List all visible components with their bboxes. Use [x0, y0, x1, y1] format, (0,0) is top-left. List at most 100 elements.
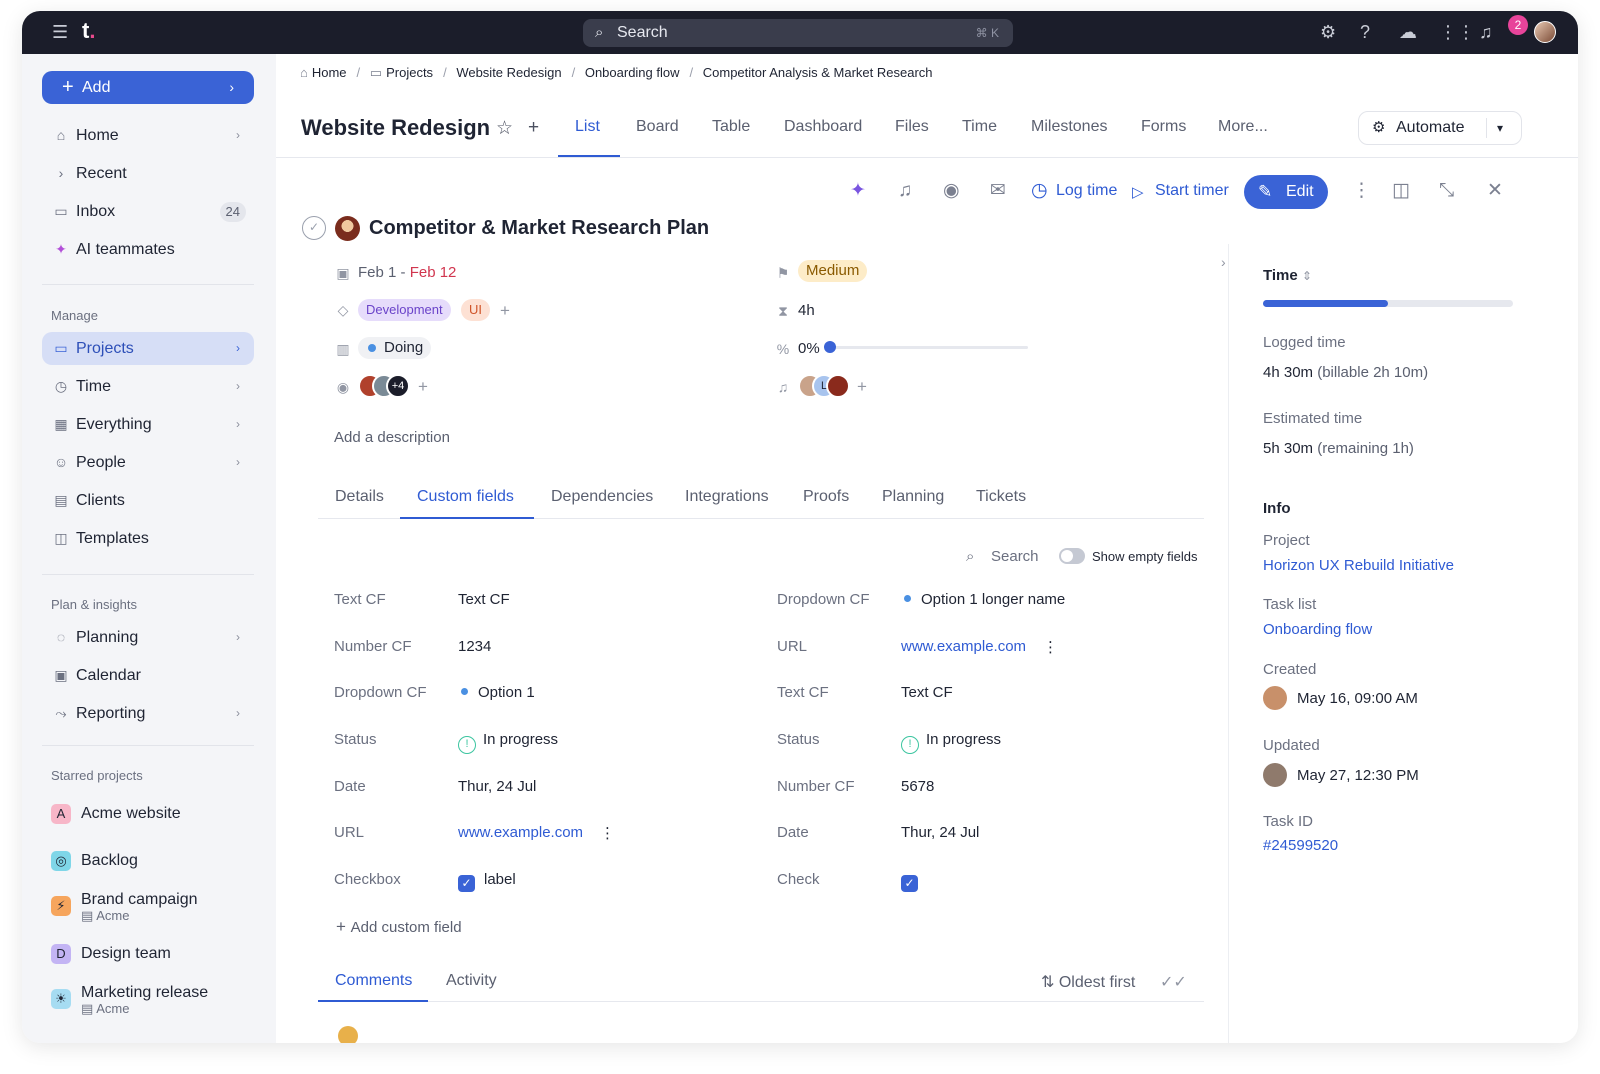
start-timer-button[interactable]: Start timer — [1155, 182, 1229, 200]
cf-value[interactable]: Text CF — [458, 591, 510, 608]
cf-value[interactable]: Thur, 24 Jul — [458, 778, 536, 795]
sidebar-item-templates[interactable]: ◫ Templates — [42, 522, 254, 555]
sidebar-item-people[interactable]: ☺ People › — [42, 446, 254, 479]
followers-more-badge[interactable]: +4 — [386, 374, 410, 398]
sidebar-item-home[interactable]: ⌂ Home › — [42, 119, 254, 152]
tab-dashboard[interactable]: Dashboard — [784, 118, 862, 136]
project-link[interactable]: Horizon UX Rebuild Initiative — [1263, 557, 1454, 574]
user-avatar[interactable] — [1534, 21, 1556, 43]
more-vertical-icon[interactable]: ⋮ — [600, 824, 615, 842]
eye-icon[interactable]: ◉ — [943, 180, 960, 202]
tab-board[interactable]: Board — [636, 118, 679, 136]
mark-read-icon[interactable]: ✓✓ — [1160, 972, 1187, 992]
tab-list[interactable]: List — [575, 118, 600, 136]
cf-checkbox[interactable]: ✓ label — [458, 871, 516, 892]
cf-status-value[interactable]: ! In progress — [458, 731, 558, 754]
global-search[interactable]: ⌕ Search ⌘ K — [583, 19, 1013, 47]
cf-dropdown-value[interactable]: Option 1 longer name — [904, 591, 1065, 608]
tab-forms[interactable]: Forms — [1141, 118, 1186, 136]
tag-development[interactable]: Development — [358, 299, 451, 321]
tab-milestones[interactable]: Milestones — [1031, 118, 1107, 136]
automate-button[interactable]: ⚙ Automate ▾ — [1358, 111, 1522, 145]
sidebar-item-everything[interactable]: ▦ Everything › — [42, 408, 254, 441]
status-badge[interactable]: Doing — [358, 337, 432, 359]
cf-url-link[interactable]: www.example.com — [901, 638, 1026, 655]
sidebar-item-calendar[interactable]: ▣ Calendar — [42, 659, 254, 692]
chevron-right-icon[interactable]: › — [1221, 254, 1226, 270]
sidebar-item-recent[interactable]: › Recent — [42, 157, 254, 190]
task-date-range[interactable]: Feb 1 - Feb 12 — [358, 264, 456, 281]
sidebar-item-clients[interactable]: ▤ Clients — [42, 484, 254, 517]
tab-time[interactable]: Time — [962, 118, 997, 136]
tab-comments[interactable]: Comments — [335, 972, 412, 990]
menu-icon[interactable]: ☰ — [52, 22, 68, 42]
cf-search-button[interactable]: Search — [991, 548, 1039, 565]
add-custom-field-button[interactable]: + Add custom field — [336, 917, 462, 937]
subtab-tickets[interactable]: Tickets — [976, 488, 1026, 506]
sidebar-item-inbox[interactable]: ▭ Inbox 24 — [42, 195, 254, 228]
tag-ui[interactable]: UI — [461, 299, 490, 321]
cf-check-checkbox[interactable]: ✓ — [901, 871, 927, 892]
cf-value[interactable]: 1234 — [458, 638, 491, 655]
breadcrumb-project[interactable]: Website Redesign — [456, 65, 561, 80]
more-vertical-icon[interactable]: ⋮ — [1352, 180, 1371, 202]
edit-button[interactable]: ✎ Edit — [1244, 175, 1328, 209]
tab-table[interactable]: Table — [712, 118, 750, 136]
breadcrumb-projects[interactable]: Projects — [386, 65, 433, 80]
chat-icon[interactable]: ☁ — [1399, 22, 1417, 42]
sidebar-item-planning[interactable]: ◌ Planning › — [42, 621, 254, 654]
log-time-button[interactable]: Log time — [1056, 182, 1117, 200]
email-icon[interactable]: ✉ — [990, 180, 1006, 202]
bell-icon[interactable]: ♫ — [898, 180, 912, 202]
breadcrumb-home[interactable]: Home — [312, 65, 347, 80]
subtab-proofs[interactable]: Proofs — [803, 488, 849, 506]
cf-value[interactable]: Text CF — [901, 684, 953, 701]
sidebar-item-projects[interactable]: ▭ Projects › — [42, 332, 254, 365]
subtab-details[interactable]: Details — [335, 488, 384, 506]
taskid-link[interactable]: #24599520 — [1263, 837, 1338, 854]
show-empty-toggle[interactable] — [1059, 548, 1085, 564]
time-section-title[interactable]: Time ⇕ — [1263, 267, 1312, 284]
sidebar-item-ai-teammates[interactable]: ✦ AI teammates — [42, 233, 254, 266]
app-logo[interactable]: t. — [82, 19, 95, 43]
cf-url-link[interactable]: www.example.com — [458, 824, 583, 841]
subtab-integrations[interactable]: Integrations — [685, 488, 769, 506]
sparkle-icon[interactable]: ✦ — [850, 180, 866, 202]
cf-status-value[interactable]: ! In progress — [901, 731, 1001, 754]
add-assignee-icon[interactable]: + — [853, 377, 871, 397]
breadcrumb-tasklist[interactable]: Onboarding flow — [585, 65, 680, 80]
robot-icon[interactable]: ⚙ — [1320, 22, 1336, 42]
apps-grid-icon[interactable]: ⋮⋮ — [1439, 22, 1475, 42]
progress-slider-handle[interactable] — [824, 341, 836, 353]
progress-slider-track[interactable] — [824, 341, 1028, 353]
close-icon[interactable]: ✕ — [1487, 180, 1503, 202]
chevron-down-icon[interactable]: ▾ — [1497, 112, 1503, 144]
description-placeholder[interactable]: Add a description — [334, 429, 450, 446]
tab-files[interactable]: Files — [895, 118, 929, 136]
collapse-icon[interactable]: ⤡ — [1439, 180, 1454, 202]
add-follower-icon[interactable]: + — [414, 377, 432, 397]
help-icon[interactable]: ? — [1360, 22, 1370, 42]
sidebar-item-time[interactable]: ◷ Time › — [42, 370, 254, 403]
subtab-planning[interactable]: Planning — [882, 488, 944, 506]
more-vertical-icon[interactable]: ⋮ — [1043, 638, 1058, 656]
add-button[interactable]: + Add › — [42, 71, 254, 104]
cf-value[interactable]: Thur, 24 Jul — [901, 824, 979, 841]
bell-icon[interactable]: ♫ — [1479, 22, 1493, 42]
add-tag-icon[interactable]: + — [496, 301, 514, 321]
complete-task-checkbox[interactable]: ✓ — [302, 216, 326, 240]
plus-icon[interactable]: + — [528, 117, 539, 139]
sort-button[interactable]: ⇅ Oldest first — [1041, 972, 1135, 992]
subtab-custom-fields[interactable]: Custom fields — [417, 488, 514, 506]
tab-more[interactable]: More... — [1218, 118, 1268, 136]
priority-badge[interactable]: Medium — [798, 260, 868, 282]
cf-dropdown-value[interactable]: Option 1 — [461, 684, 535, 701]
tab-activity[interactable]: Activity — [446, 972, 497, 990]
sidebar-item-reporting[interactable]: ⤳ Reporting › — [42, 697, 254, 730]
estimate-value[interactable]: 4h — [798, 302, 815, 319]
breadcrumb-task[interactable]: Competitor Analysis & Market Research — [703, 65, 933, 80]
cf-value[interactable]: 5678 — [901, 778, 934, 795]
panel-icon[interactable]: ◫ — [1392, 180, 1410, 202]
tasklist-link[interactable]: Onboarding flow — [1263, 621, 1372, 638]
star-icon[interactable]: ☆ — [496, 117, 513, 140]
